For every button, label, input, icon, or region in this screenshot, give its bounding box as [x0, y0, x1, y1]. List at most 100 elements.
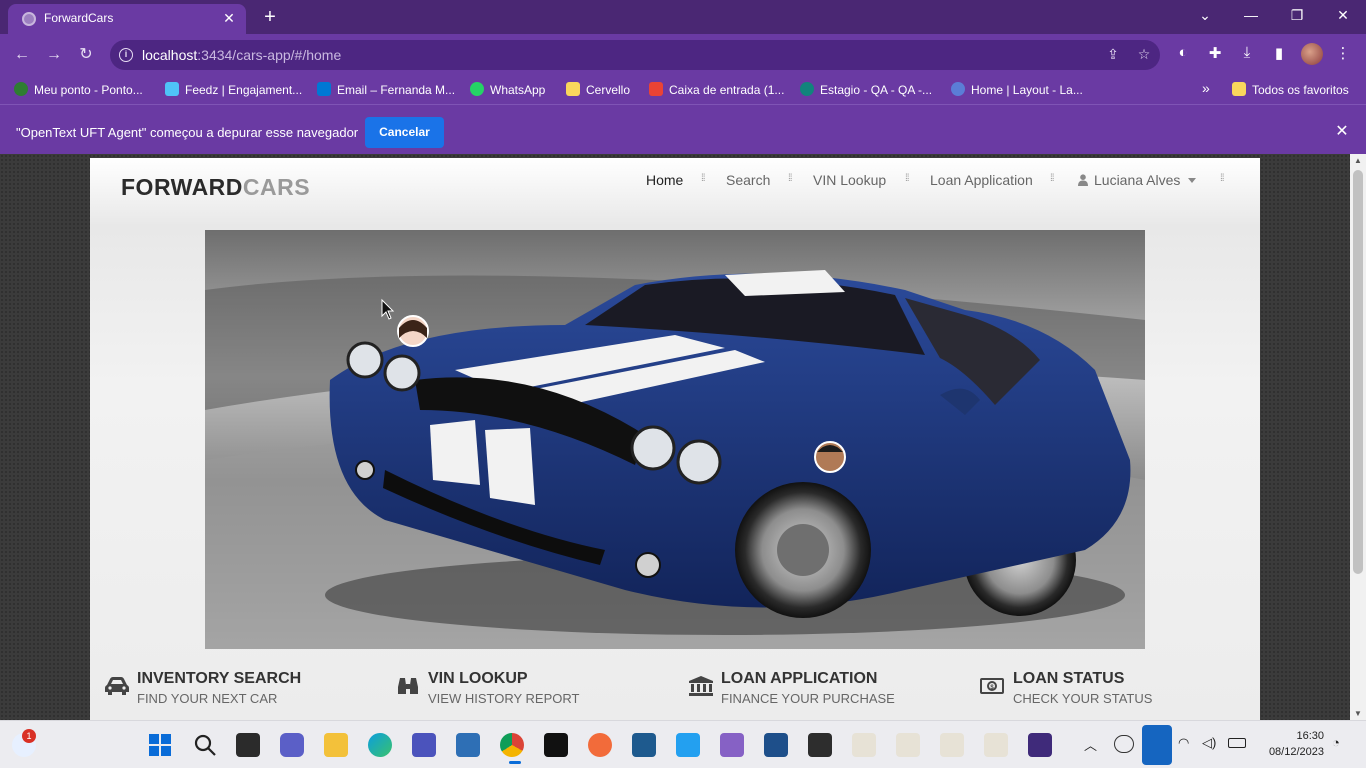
bookmarks-bar: Meu ponto - Ponto... Feedz | Engajament.…	[0, 76, 1366, 104]
extensions-puzzle-icon[interactable]: ✚	[1204, 44, 1226, 62]
bookmark-cervello[interactable]: Cervello	[566, 82, 630, 97]
scrollbar-thumb[interactable]	[1353, 170, 1363, 574]
bookmark-label: Email – Fernanda M...	[337, 83, 456, 97]
scroll-down-arrow-icon[interactable]: ▼	[1350, 709, 1366, 718]
site-logo[interactable]: FORWARDCARS	[121, 174, 310, 201]
java-app-icon[interactable]	[940, 733, 964, 757]
volume-icon[interactable]: ◁)	[1202, 735, 1216, 751]
sharepoint-icon	[800, 82, 814, 96]
bookmark-label: Cervello	[586, 83, 631, 97]
azure-data-studio-icon[interactable]	[764, 733, 788, 757]
outlook-icon	[317, 82, 331, 96]
page-viewport: FORWARDCARS Home ⁞⁞ Search ⁞⁞ VIN Lookup…	[0, 154, 1350, 720]
nav-vin-lookup[interactable]: VIN Lookup	[813, 172, 886, 188]
all-bookmarks-folder[interactable]: Todos os favoritos	[1232, 82, 1349, 97]
extension-circle-icon[interactable]: ◐	[1172, 44, 1194, 61]
battery-icon[interactable]	[1228, 738, 1246, 748]
opentext-icon[interactable]	[1028, 733, 1052, 757]
browser-tab-forwardcars[interactable]: ForwardCars ✕	[8, 4, 246, 34]
bookmark-label: Home | Layout - La...	[971, 83, 1083, 97]
gmail-icon	[649, 82, 663, 96]
site-info-icon[interactable]: i	[119, 48, 133, 62]
profile-avatar[interactable]	[1301, 43, 1323, 65]
java-app-icon[interactable]	[852, 733, 876, 757]
user-icon	[1078, 174, 1088, 186]
infobar-close-icon[interactable]: ✕	[1332, 121, 1352, 141]
teams-icon[interactable]	[412, 733, 436, 757]
more-bookmarks-button[interactable]: »	[1202, 80, 1210, 96]
browser-menu-icon[interactable]: ⋮	[1332, 44, 1354, 62]
clock-time[interactable]: 16:30	[1262, 730, 1324, 742]
bookmark-whatsapp[interactable]: WhatsApp	[470, 82, 545, 97]
close-window-button[interactable]: ✕	[1328, 4, 1358, 26]
scroll-up-arrow-icon[interactable]: ▲	[1350, 156, 1366, 165]
address-bar[interactable]: i localhost:3434/cars-app/#/home ⇪ ☆	[110, 40, 1160, 70]
debugging-infobar: "OpenText UFT Agent" começou a depurar e…	[0, 104, 1366, 154]
teams-chat-icon[interactable]	[280, 733, 304, 757]
side-panel-icon[interactable]: ▮	[1268, 44, 1290, 62]
bank-icon	[689, 676, 713, 696]
reload-icon[interactable]: ↻	[74, 44, 98, 66]
nav-separator-icon: ⁞⁞	[788, 173, 792, 184]
show-hidden-icons-chevron-icon[interactable]: ︿	[1084, 735, 1097, 754]
nav-loan-application[interactable]: Loan Application	[930, 172, 1033, 188]
url-text[interactable]: localhost:3434/cars-app/#/home	[142, 47, 341, 63]
layout-icon	[951, 82, 965, 96]
visual-studio-icon[interactable]	[720, 733, 744, 757]
onedrive-cloud-icon[interactable]	[1114, 735, 1134, 753]
bookmark-caixa-entrada[interactable]: Caixa de entrada (1...	[649, 82, 784, 97]
feature-title: LOAN APPLICATION	[721, 670, 878, 687]
feature-subtitle: FIND YOUR NEXT CAR	[137, 691, 278, 706]
page-scrollbar[interactable]: ▲ ▼	[1350, 154, 1366, 720]
tab-search-chevron-icon[interactable]: ⌄	[1190, 4, 1220, 26]
bookmark-home-layout[interactable]: Home | Layout - La...	[951, 82, 1083, 97]
muscle-car-illustration	[205, 230, 1145, 649]
hero-car-image	[205, 230, 1145, 649]
bookmark-label: Feedz | Engajament...	[185, 83, 303, 97]
microphone-icon[interactable]	[1142, 725, 1172, 765]
feature-title: VIN LOOKUP	[428, 670, 528, 687]
wifi-icon[interactable]: ◠	[1178, 735, 1189, 751]
java-app-icon[interactable]	[896, 733, 920, 757]
java-app-icon[interactable]	[984, 733, 1008, 757]
windows-start-icon[interactable]	[148, 733, 172, 757]
download-icon[interactable]: ⤓	[1236, 44, 1258, 61]
share-icon[interactable]: ⇪	[1103, 46, 1123, 63]
vscode-icon[interactable]	[676, 733, 700, 757]
terminal-icon[interactable]	[808, 733, 832, 757]
monitor-app-icon[interactable]	[456, 733, 480, 757]
bookmark-meu-ponto[interactable]: Meu ponto - Ponto...	[14, 82, 143, 97]
forward-arrow-icon[interactable]: →	[42, 44, 66, 66]
cancel-debugging-button[interactable]: Cancelar	[365, 117, 444, 148]
nav-home[interactable]: Home	[646, 172, 683, 188]
nav-separator-icon: ⁞⁞	[1220, 173, 1224, 184]
user-name: Luciana Alves	[1094, 172, 1181, 188]
tab-close-icon[interactable]: ✕	[220, 9, 238, 27]
clock-date[interactable]: 08/12/2023	[1254, 746, 1324, 758]
postman-icon[interactable]	[588, 733, 612, 757]
chrome-icon[interactable]	[500, 733, 524, 757]
back-arrow-icon[interactable]: ←	[10, 44, 34, 66]
task-view-icon[interactable]	[236, 733, 260, 757]
minimize-window-button[interactable]: —	[1236, 4, 1266, 26]
browser-toolbar: ← → ↻ i localhost:3434/cars-app/#/home ⇪…	[0, 34, 1366, 76]
bookmark-star-icon[interactable]: ☆	[1134, 46, 1154, 63]
feature-title: LOAN STATUS	[1013, 670, 1125, 687]
restore-window-button[interactable]: ❐	[1282, 4, 1312, 26]
ponto-icon	[14, 82, 28, 96]
file-explorer-icon[interactable]	[324, 733, 348, 757]
notification-center-icon[interactable]: ◔	[1332, 735, 1340, 750]
nav-search[interactable]: Search	[726, 172, 770, 188]
edge-icon[interactable]	[368, 733, 392, 757]
mysql-workbench-icon[interactable]	[632, 733, 656, 757]
bookmark-email[interactable]: Email – Fernanda M...	[317, 82, 455, 97]
bookmark-label: Estagio - QA - QA -...	[820, 83, 933, 97]
bookmark-feedz[interactable]: Feedz | Engajament...	[165, 82, 302, 97]
user-menu-dropdown[interactable]: Luciana Alves	[1078, 172, 1197, 188]
new-tab-button[interactable]: +	[258, 5, 282, 29]
feature-subtitle: VIEW HISTORY REPORT	[428, 691, 580, 706]
search-icon[interactable]	[193, 733, 217, 757]
bookmark-estagio-qa[interactable]: Estagio - QA - QA -...	[800, 82, 932, 97]
intellij-icon[interactable]	[544, 733, 568, 757]
feature-title: INVENTORY SEARCH	[137, 670, 302, 687]
